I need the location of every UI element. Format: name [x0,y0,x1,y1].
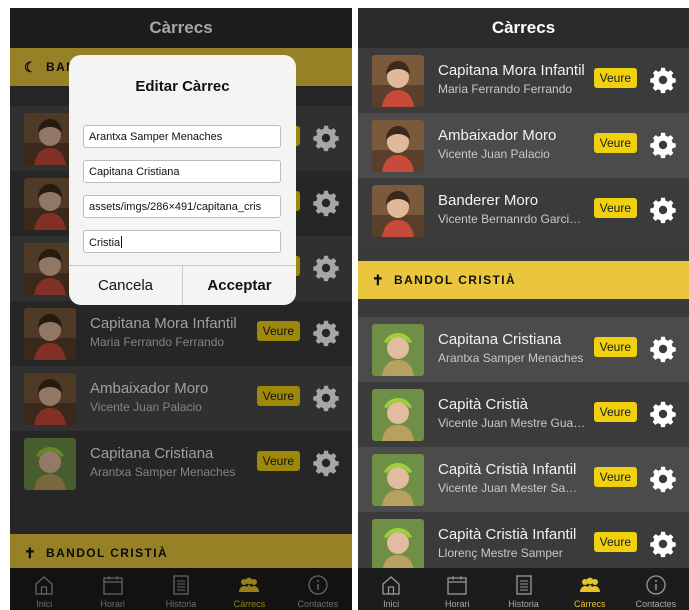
gear-icon[interactable] [649,465,677,493]
list-item[interactable]: Ambaixador Moro Vicente Juan Palacio Veur… [358,113,689,178]
avatar [372,55,424,107]
group-field[interactable]: Cristia [83,230,281,253]
tab-horari[interactable]: Horari [424,568,490,610]
gear-icon[interactable] [649,131,677,159]
tab-historia[interactable]: Historia [490,568,556,610]
people-icon [579,577,600,592]
veure-button[interactable]: Veure [593,198,637,218]
role-field[interactable]: Capitana Cristiana [83,160,281,183]
list-item[interactable]: Capità Cristià Infantil Vicente Juan Mest… [358,447,689,512]
document-icon [515,575,532,595]
list-item[interactable]: Capitana Mora Infantil Maria Ferrando Fer… [358,48,689,113]
left-screen: Càrrecs ☾ BANDOL MORO Veure Veure Veure … [10,8,352,610]
cancel-button[interactable]: Cancela [69,266,182,305]
veure-button[interactable]: Veure [593,467,637,487]
section-christian-label: BANDOL CRISTIÀ [394,273,517,287]
gear-icon[interactable] [649,335,677,363]
avatar [372,324,424,376]
right-screen: Càrrecs Capitana Mora Infantil Maria Ferr… [358,8,689,610]
cross-icon: ✝ [372,271,386,288]
dialog-title: Editar Càrrec [135,78,230,95]
nav-bar: Càrrecs [358,8,689,48]
calendar-icon [447,576,467,595]
avatar [372,185,424,237]
tab-contactes[interactable]: Contactes [623,568,689,610]
name-field[interactable]: Arantxa Samper Menaches [83,125,281,148]
page-title: Càrrecs [491,18,556,37]
gear-icon[interactable] [649,400,677,428]
home-icon [382,576,400,595]
avatar [372,519,424,571]
tab-inici[interactable]: Inici [358,568,424,610]
veure-button[interactable]: Veure [593,532,637,552]
section-christian-header: ✝ BANDOL CRISTIÀ [358,261,689,299]
veure-button[interactable]: Veure [593,337,637,357]
dialog-buttons: Cancela Acceptar [69,265,296,305]
veure-button[interactable]: Veure [593,402,637,422]
list-item[interactable]: Capità Cristià Vicente Juan Mestre Gua… V… [358,382,689,447]
gear-icon[interactable] [649,530,677,558]
avatar [372,389,424,441]
tab-carrecs[interactable]: Càrrecs [557,568,623,610]
list-item[interactable]: Banderer Moro Vicente Bernanrdo Garci… Ve… [358,178,689,243]
image-path-field[interactable]: assets/imgs/286×491/capitana_cris [83,195,281,218]
edit-dialog: Editar Càrrec Arantxa Samper Menaches Ca… [69,55,296,305]
gear-icon[interactable] [649,66,677,94]
text-caret [121,236,123,248]
veure-button[interactable]: Veure [593,68,637,88]
veure-button[interactable]: Veure [593,133,637,153]
avatar [372,454,424,506]
tab-bar: Inici Horari Historia Càrrecs Contactes [358,568,689,610]
gear-icon[interactable] [649,196,677,224]
info-icon [646,575,666,595]
list-item[interactable]: Capitana Cristiana Arantxa Samper Menache… [358,317,689,382]
accept-button[interactable]: Acceptar [182,266,296,305]
avatar [372,120,424,172]
